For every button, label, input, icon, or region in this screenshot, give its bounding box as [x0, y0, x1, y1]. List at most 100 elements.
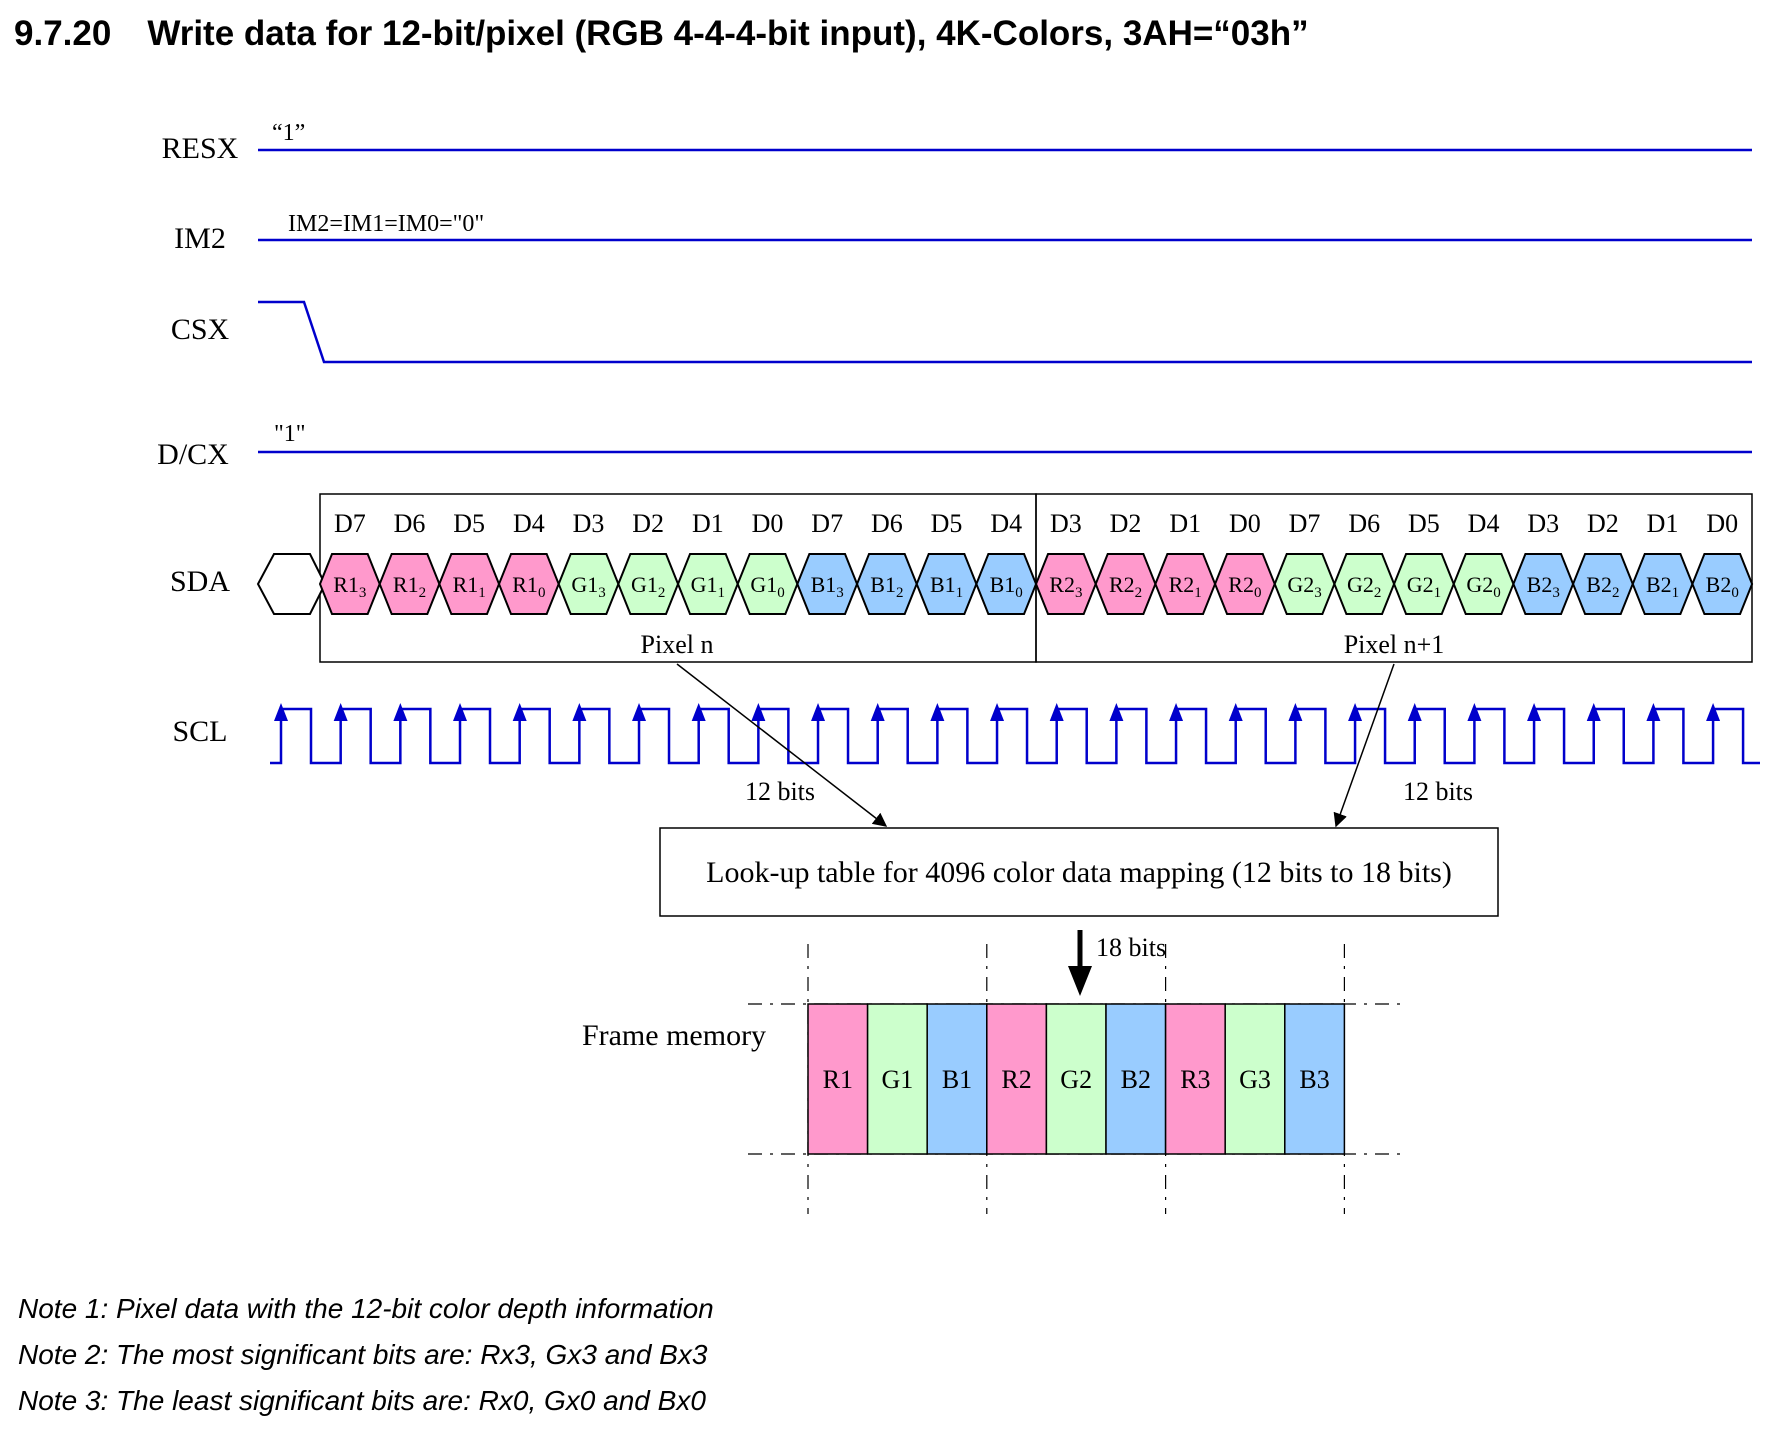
scl-rising-edge-arrow: [1527, 703, 1542, 721]
sda-cell: G23: [1273, 553, 1336, 615]
sda-cell-subscript: 2: [1612, 585, 1620, 601]
sda-cell: R21: [1154, 553, 1217, 615]
sda-cell-name: R2: [1049, 572, 1075, 597]
frame-memory-cell: G3: [1224, 1003, 1286, 1155]
dcx-label: D/CX: [157, 438, 229, 471]
sda-cell: G13: [557, 553, 620, 615]
frame-memory-cell: B3: [1284, 1003, 1346, 1155]
bits-down-label: 18 bits: [1096, 933, 1166, 962]
frame-memory-cell-label: G2: [1060, 1065, 1092, 1094]
bit-header: D3: [573, 509, 605, 538]
sda-cell-subscript: 2: [419, 585, 427, 601]
frame-memory-cell: G1: [866, 1003, 928, 1155]
bit-header: D7: [811, 509, 843, 538]
sda-cell-name: B1: [870, 572, 896, 597]
resx-state-label: “1”: [272, 120, 305, 146]
scl-rising-edge-arrow: [1228, 703, 1243, 721]
im2-label: IM2: [174, 222, 226, 255]
sda-cell-subscript: 3: [1552, 585, 1560, 601]
sda-cell: G20: [1452, 553, 1515, 615]
frame-memory-cell: R2: [986, 1003, 1048, 1155]
sda-cell-name: R2: [1228, 572, 1254, 597]
sda-cell: R22: [1094, 553, 1157, 615]
scl-rising-edge-arrow: [1586, 703, 1601, 721]
sda-cell-subscript: 1: [1194, 585, 1202, 601]
sda-cell: G12: [617, 553, 680, 615]
sda-cell-name: G1: [750, 572, 777, 597]
sda-cell: R20: [1213, 553, 1276, 615]
scl-rising-edge-arrow: [1467, 703, 1482, 721]
sda-cell: R12: [378, 553, 441, 615]
sda-cell: B23: [1512, 553, 1575, 615]
frame-memory-cell: B1: [926, 1003, 988, 1155]
sda-cell-name: B1: [930, 572, 956, 597]
sda-cell: B13: [796, 553, 859, 615]
sda-cell-subscript: 1: [1434, 585, 1442, 601]
note-2: Note 2: The most significant bits are: R…: [18, 1339, 708, 1370]
sda-cell-name: G1: [691, 572, 718, 597]
scl-rising-edge-arrow: [930, 703, 945, 721]
bit-header: D2: [1110, 509, 1142, 538]
sda-cell-name: G1: [631, 572, 658, 597]
bit-header: D4: [990, 509, 1022, 538]
frame-memory-cell-label: G1: [882, 1065, 914, 1094]
sda-cell-subscript: 1: [956, 585, 964, 601]
frame-memory-cell-label: R2: [1001, 1065, 1031, 1094]
sda-cell-name: G2: [1347, 572, 1374, 597]
bit-header: D7: [1289, 509, 1321, 538]
bit-header: D2: [1587, 509, 1619, 538]
bit-header: D6: [1348, 509, 1380, 538]
timing-diagram: RESX IM2 CSX D/CX SDA SCL “1” IM2=IM1=IM…: [157, 120, 1760, 1214]
sda-cell-name: B2: [1527, 572, 1553, 597]
scl-rising-edge-arrow: [691, 703, 706, 721]
sda-cell-name: G1: [571, 572, 598, 597]
bit-header: D6: [394, 509, 426, 538]
bit-header: D1: [692, 509, 724, 538]
frame-memory-cells: R1 G1 B1 R2 G2 B2 R3 G3 B3: [807, 1003, 1346, 1155]
scl-rising-edge-arrow: [751, 703, 766, 721]
scl-rising-edge-arrow: [512, 703, 527, 721]
sda-cell-name: R2: [1109, 572, 1135, 597]
scl-rising-edge-arrow: [990, 703, 1005, 721]
bits-right-label: 12 bits: [1403, 777, 1473, 806]
frame-memory-cell: R1: [807, 1003, 869, 1155]
timing-diagram-page: 9.7.20 Write data for 12-bit/pixel (RGB 4…: [0, 0, 1768, 1442]
scl-rising-edge-arrow: [453, 703, 468, 721]
bit-header: D3: [1527, 509, 1559, 538]
sda-cell-subscript: 2: [1374, 585, 1382, 601]
bit-header: D4: [1468, 509, 1500, 538]
frame-memory-cell-label: R3: [1180, 1065, 1210, 1094]
scl-rising-edge-arrow: [1049, 703, 1064, 721]
bit-header: D6: [871, 509, 903, 538]
scl-rising-edge-arrow: [1109, 703, 1124, 721]
sda-cell: R23: [1034, 553, 1097, 615]
lut-label: Look-up table for 4096 color data mappin…: [706, 856, 1452, 889]
scl-rising-edge-arrow: [632, 703, 647, 721]
sda-cell: B12: [855, 553, 918, 615]
bit-header: D5: [453, 509, 485, 538]
scl-rising-edge-arrow: [1706, 703, 1721, 721]
bit-header: D3: [1050, 509, 1082, 538]
im2-state-label: IM2=IM1=IM0="0": [288, 211, 484, 237]
sda-cell-name: G2: [1407, 572, 1434, 597]
resx-label: RESX: [162, 132, 239, 165]
frame-memory-cell: B2: [1105, 1003, 1167, 1155]
sda-cell-subscript: 3: [1075, 585, 1083, 601]
scl-rising-edge-arrow: [1169, 703, 1184, 721]
sda-cell-subscript: 0: [777, 585, 785, 601]
sda-label: SDA: [170, 565, 230, 598]
scl-rising-edge-arrow: [1288, 703, 1303, 721]
bit-header: D5: [931, 509, 963, 538]
sda-cell-subscript: 0: [1731, 585, 1739, 601]
bit-header: D0: [1706, 509, 1738, 538]
sda-cell-name: R1: [453, 572, 479, 597]
scl-rising-edge-arrow: [333, 703, 348, 721]
bit-header: D7: [334, 509, 366, 538]
sda-cell: G21: [1392, 553, 1455, 615]
sda-cell-name: G2: [1287, 572, 1314, 597]
sda-idle-cell: [256, 553, 327, 615]
scl-clock-signal: [270, 703, 1760, 765]
sda-cell-name: R1: [512, 572, 538, 597]
sda-cell-subscript: 0: [538, 585, 546, 601]
frame-memory-cell: R3: [1164, 1003, 1226, 1155]
